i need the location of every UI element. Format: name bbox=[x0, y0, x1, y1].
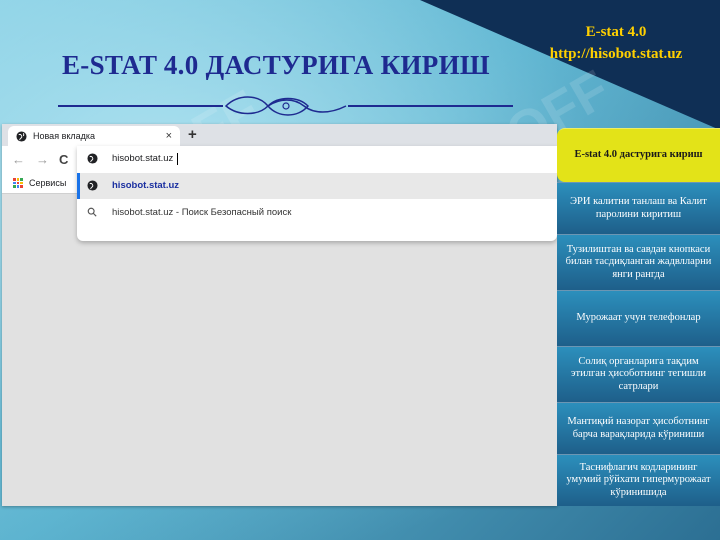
suggestion-item[interactable]: hisobot.stat.uz bbox=[77, 173, 557, 199]
search-icon bbox=[87, 207, 97, 217]
bookmark-services[interactable]: Сервисы bbox=[29, 178, 66, 188]
page-title: E-STAT 4.0 ДАСТУРИГА КИРИШ bbox=[62, 50, 490, 80]
menu-item-phones[interactable]: Мурожаат учун телефонлар bbox=[557, 290, 720, 346]
ornament-divider bbox=[58, 96, 513, 116]
apps-grid-icon[interactable] bbox=[13, 178, 23, 188]
new-tab-button[interactable]: + bbox=[188, 126, 197, 143]
close-icon[interactable]: × bbox=[166, 130, 172, 142]
address-input[interactable]: hisobot.stat.uz bbox=[112, 153, 173, 164]
menu-item-tax-rows[interactable]: Солиқ органларига тақдим этилган ҳисобот… bbox=[557, 346, 720, 402]
menu-item-logic-control[interactable]: Мантиқий назорат ҳисоботнинг барча варақ… bbox=[557, 402, 720, 454]
suggestion-label: hisobot.stat.uz bbox=[112, 180, 180, 191]
menu-item-key-selection[interactable]: ЭРИ калитни танлаш ва Калит паролини кир… bbox=[557, 182, 720, 234]
globe-icon bbox=[87, 180, 98, 191]
suggestion-label: hisobot.stat.uz - Поиск Безопасный поиск bbox=[112, 207, 292, 218]
menu-item-confirmed-tables[interactable]: Тузилиштан ва савдан кнопкаси билан тасд… bbox=[557, 234, 720, 290]
forward-button[interactable]: → bbox=[36, 152, 49, 167]
globe-icon bbox=[87, 153, 98, 164]
omnibox-dropdown: hisobot.stat.uz hisobot.stat.uz hisobot.… bbox=[77, 146, 557, 241]
text-caret bbox=[177, 153, 178, 165]
back-button[interactable]: ← bbox=[12, 152, 25, 167]
globe-icon bbox=[16, 130, 27, 142]
reload-button[interactable]: C bbox=[59, 152, 68, 167]
suggestion-item[interactable]: hisobot.stat.uz - Поиск Безопасный поиск bbox=[77, 200, 557, 226]
address-bar[interactable]: hisobot.stat.uz bbox=[77, 146, 557, 172]
brand-name: E-stat 4.0 bbox=[585, 24, 647, 40]
browser-window: Новая вкладка × + ← → C Сервисы hisobot.… bbox=[2, 124, 557, 506]
tab-label: Новая вкладка bbox=[33, 131, 96, 141]
brand-block: E-stat 4.0 http://hisobot.stat.uz bbox=[526, 22, 706, 66]
menu-item-estat-login[interactable]: E-stat 4.0 дастурига кириш bbox=[557, 128, 720, 182]
browser-tab[interactable]: Новая вкладка × bbox=[8, 126, 180, 146]
tab-strip: Новая вкладка × + bbox=[2, 124, 557, 146]
menu-item-classifier-codes[interactable]: Таснифлагич кодларининг умумий рўйхати г… bbox=[557, 454, 720, 506]
brand-url: http://hisobot.stat.uz bbox=[549, 45, 683, 62]
